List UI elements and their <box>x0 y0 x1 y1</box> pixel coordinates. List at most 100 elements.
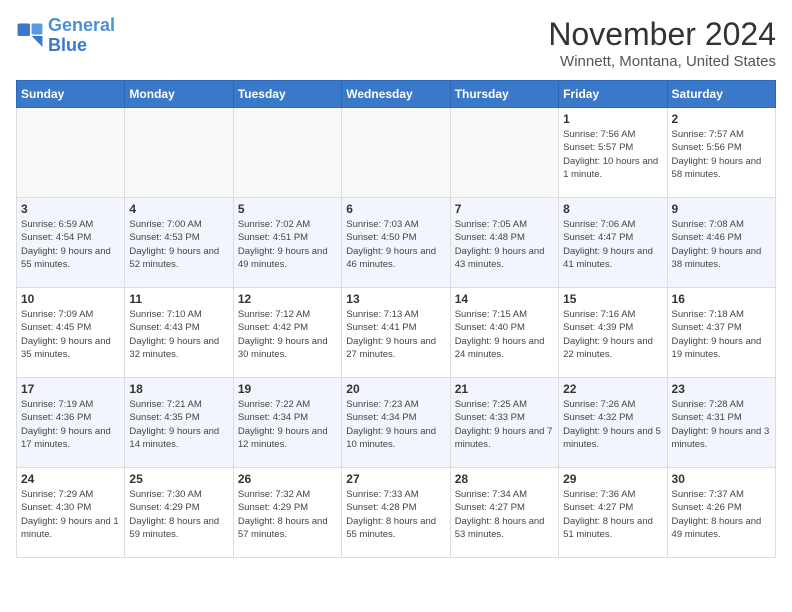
table-row: 18 Sunrise: 7:21 AM Sunset: 4:35 PM Dayli… <box>125 378 233 468</box>
table-row: 19 Sunrise: 7:22 AM Sunset: 4:34 PM Dayli… <box>233 378 341 468</box>
day-info: Sunrise: 7:02 AM Sunset: 4:51 PM Dayligh… <box>238 218 337 271</box>
header-friday: Friday <box>559 81 667 108</box>
logo: General Blue <box>16 16 115 56</box>
day-number: 12 <box>238 292 337 306</box>
table-row: 29Sunrise: 7:36 AM Sunset: 4:27 PM Dayli… <box>559 468 667 558</box>
day-number: 11 <box>129 292 228 306</box>
table-row: 23 Sunrise: 7:28 AM Sunset: 4:31 PM Dayli… <box>667 378 775 468</box>
logo-line1: General <box>48 15 115 35</box>
day-info: Sunrise: 7:05 AM Sunset: 4:48 PM Dayligh… <box>455 218 554 271</box>
table-row <box>233 108 341 198</box>
month-title: November 2024 <box>548 16 776 53</box>
day-info: Sunrise: 7:29 AM Sunset: 4:30 PM Dayligh… <box>21 488 120 541</box>
table-row: 2 Sunrise: 7:57 AM Sunset: 5:56 PM Daylig… <box>667 108 775 198</box>
day-number: 13 <box>346 292 445 306</box>
day-info: Sunrise: 7:06 AM Sunset: 4:47 PM Dayligh… <box>563 218 662 271</box>
calendar-header-row: Sunday Monday Tuesday Wednesday Thursday… <box>17 81 776 108</box>
day-number: 7 <box>455 202 554 216</box>
day-number: 14 <box>455 292 554 306</box>
day-number: 5 <box>238 202 337 216</box>
day-info: Sunrise: 7:13 AM Sunset: 4:41 PM Dayligh… <box>346 308 445 361</box>
day-info: Sunrise: 6:59 AM Sunset: 4:54 PM Dayligh… <box>21 218 120 271</box>
logo-icon <box>16 22 44 50</box>
header-thursday: Thursday <box>450 81 558 108</box>
table-row: 7 Sunrise: 7:05 AM Sunset: 4:48 PM Daylig… <box>450 198 558 288</box>
day-info: Sunrise: 7:10 AM Sunset: 4:43 PM Dayligh… <box>129 308 228 361</box>
table-row <box>17 108 125 198</box>
day-number: 2 <box>672 112 771 126</box>
day-number: 20 <box>346 382 445 396</box>
table-row: 9 Sunrise: 7:08 AM Sunset: 4:46 PM Daylig… <box>667 198 775 288</box>
day-info: Sunrise: 7:25 AM Sunset: 4:33 PM Dayligh… <box>455 398 554 451</box>
day-number: 22 <box>563 382 662 396</box>
table-row: 27Sunrise: 7:33 AM Sunset: 4:28 PM Dayli… <box>342 468 450 558</box>
table-row: 24 Sunrise: 7:29 AM Sunset: 4:30 PM Dayli… <box>17 468 125 558</box>
table-row: 13 Sunrise: 7:13 AM Sunset: 4:41 PM Dayli… <box>342 288 450 378</box>
day-number: 10 <box>21 292 120 306</box>
day-info: Sunrise: 7:08 AM Sunset: 4:46 PM Dayligh… <box>672 218 771 271</box>
table-row: 17 Sunrise: 7:19 AM Sunset: 4:36 PM Dayli… <box>17 378 125 468</box>
header-saturday: Saturday <box>667 81 775 108</box>
day-info: Sunrise: 7:57 AM Sunset: 5:56 PM Dayligh… <box>672 128 771 181</box>
day-info: Sunrise: 7:09 AM Sunset: 4:45 PM Dayligh… <box>21 308 120 361</box>
header-tuesday: Tuesday <box>233 81 341 108</box>
calendar-week-row: 1 Sunrise: 7:56 AM Sunset: 5:57 PM Daylig… <box>17 108 776 198</box>
table-row: 16 Sunrise: 7:18 AM Sunset: 4:37 PM Dayli… <box>667 288 775 378</box>
day-number: 17 <box>21 382 120 396</box>
day-number: 23 <box>672 382 771 396</box>
page-header: General Blue November 2024 Winnett, Mont… <box>16 16 776 70</box>
table-row: 8 Sunrise: 7:06 AM Sunset: 4:47 PM Daylig… <box>559 198 667 288</box>
day-info: Sunrise: 7:03 AM Sunset: 4:50 PM Dayligh… <box>346 218 445 271</box>
day-info: Sunrise: 7:21 AM Sunset: 4:35 PM Dayligh… <box>129 398 228 451</box>
table-row <box>450 108 558 198</box>
logo-text: General Blue <box>48 16 115 56</box>
day-info: Sunrise: 7:36 AM Sunset: 4:27 PM Dayligh… <box>563 488 662 541</box>
day-number: 6 <box>346 202 445 216</box>
day-number: 16 <box>672 292 771 306</box>
day-number: 15 <box>563 292 662 306</box>
table-row: 22 Sunrise: 7:26 AM Sunset: 4:32 PM Dayli… <box>559 378 667 468</box>
day-info: Sunrise: 7:19 AM Sunset: 4:36 PM Dayligh… <box>21 398 120 451</box>
title-block: November 2024 Winnett, Montana, United S… <box>548 16 776 70</box>
day-info: Sunrise: 7:23 AM Sunset: 4:34 PM Dayligh… <box>346 398 445 451</box>
day-number: 3 <box>21 202 120 216</box>
calendar-week-row: 24 Sunrise: 7:29 AM Sunset: 4:30 PM Dayli… <box>17 468 776 558</box>
day-info: Sunrise: 7:26 AM Sunset: 4:32 PM Dayligh… <box>563 398 662 451</box>
day-number: 25 <box>129 472 228 486</box>
day-number: 28 <box>455 472 554 486</box>
day-info: Sunrise: 7:32 AM Sunset: 4:29 PM Dayligh… <box>238 488 337 541</box>
day-info: Sunrise: 7:16 AM Sunset: 4:39 PM Dayligh… <box>563 308 662 361</box>
day-info: Sunrise: 7:28 AM Sunset: 4:31 PM Dayligh… <box>672 398 771 451</box>
table-row: 26Sunrise: 7:32 AM Sunset: 4:29 PM Dayli… <box>233 468 341 558</box>
day-info: Sunrise: 7:34 AM Sunset: 4:27 PM Dayligh… <box>455 488 554 541</box>
day-number: 18 <box>129 382 228 396</box>
logo-line2: Blue <box>48 35 87 55</box>
day-info: Sunrise: 7:18 AM Sunset: 4:37 PM Dayligh… <box>672 308 771 361</box>
table-row: 21 Sunrise: 7:25 AM Sunset: 4:33 PM Dayli… <box>450 378 558 468</box>
table-row: 15 Sunrise: 7:16 AM Sunset: 4:39 PM Dayli… <box>559 288 667 378</box>
header-wednesday: Wednesday <box>342 81 450 108</box>
day-number: 1 <box>563 112 662 126</box>
day-number: 19 <box>238 382 337 396</box>
day-info: Sunrise: 7:22 AM Sunset: 4:34 PM Dayligh… <box>238 398 337 451</box>
day-number: 9 <box>672 202 771 216</box>
table-row: 30Sunrise: 7:37 AM Sunset: 4:26 PM Dayli… <box>667 468 775 558</box>
calendar-week-row: 17 Sunrise: 7:19 AM Sunset: 4:36 PM Dayli… <box>17 378 776 468</box>
table-row: 20 Sunrise: 7:23 AM Sunset: 4:34 PM Dayli… <box>342 378 450 468</box>
day-info: Sunrise: 7:12 AM Sunset: 4:42 PM Dayligh… <box>238 308 337 361</box>
day-number: 8 <box>563 202 662 216</box>
table-row: 11 Sunrise: 7:10 AM Sunset: 4:43 PM Dayli… <box>125 288 233 378</box>
table-row: 6 Sunrise: 7:03 AM Sunset: 4:50 PM Daylig… <box>342 198 450 288</box>
header-sunday: Sunday <box>17 81 125 108</box>
day-info: Sunrise: 7:56 AM Sunset: 5:57 PM Dayligh… <box>563 128 662 181</box>
location-title: Winnett, Montana, United States <box>548 53 776 70</box>
day-number: 21 <box>455 382 554 396</box>
day-number: 27 <box>346 472 445 486</box>
table-row: 1 Sunrise: 7:56 AM Sunset: 5:57 PM Daylig… <box>559 108 667 198</box>
day-info: Sunrise: 7:15 AM Sunset: 4:40 PM Dayligh… <box>455 308 554 361</box>
table-row: 3 Sunrise: 6:59 AM Sunset: 4:54 PM Daylig… <box>17 198 125 288</box>
calendar-week-row: 10 Sunrise: 7:09 AM Sunset: 4:45 PM Dayli… <box>17 288 776 378</box>
day-number: 24 <box>21 472 120 486</box>
header-monday: Monday <box>125 81 233 108</box>
table-row: 12 Sunrise: 7:12 AM Sunset: 4:42 PM Dayli… <box>233 288 341 378</box>
